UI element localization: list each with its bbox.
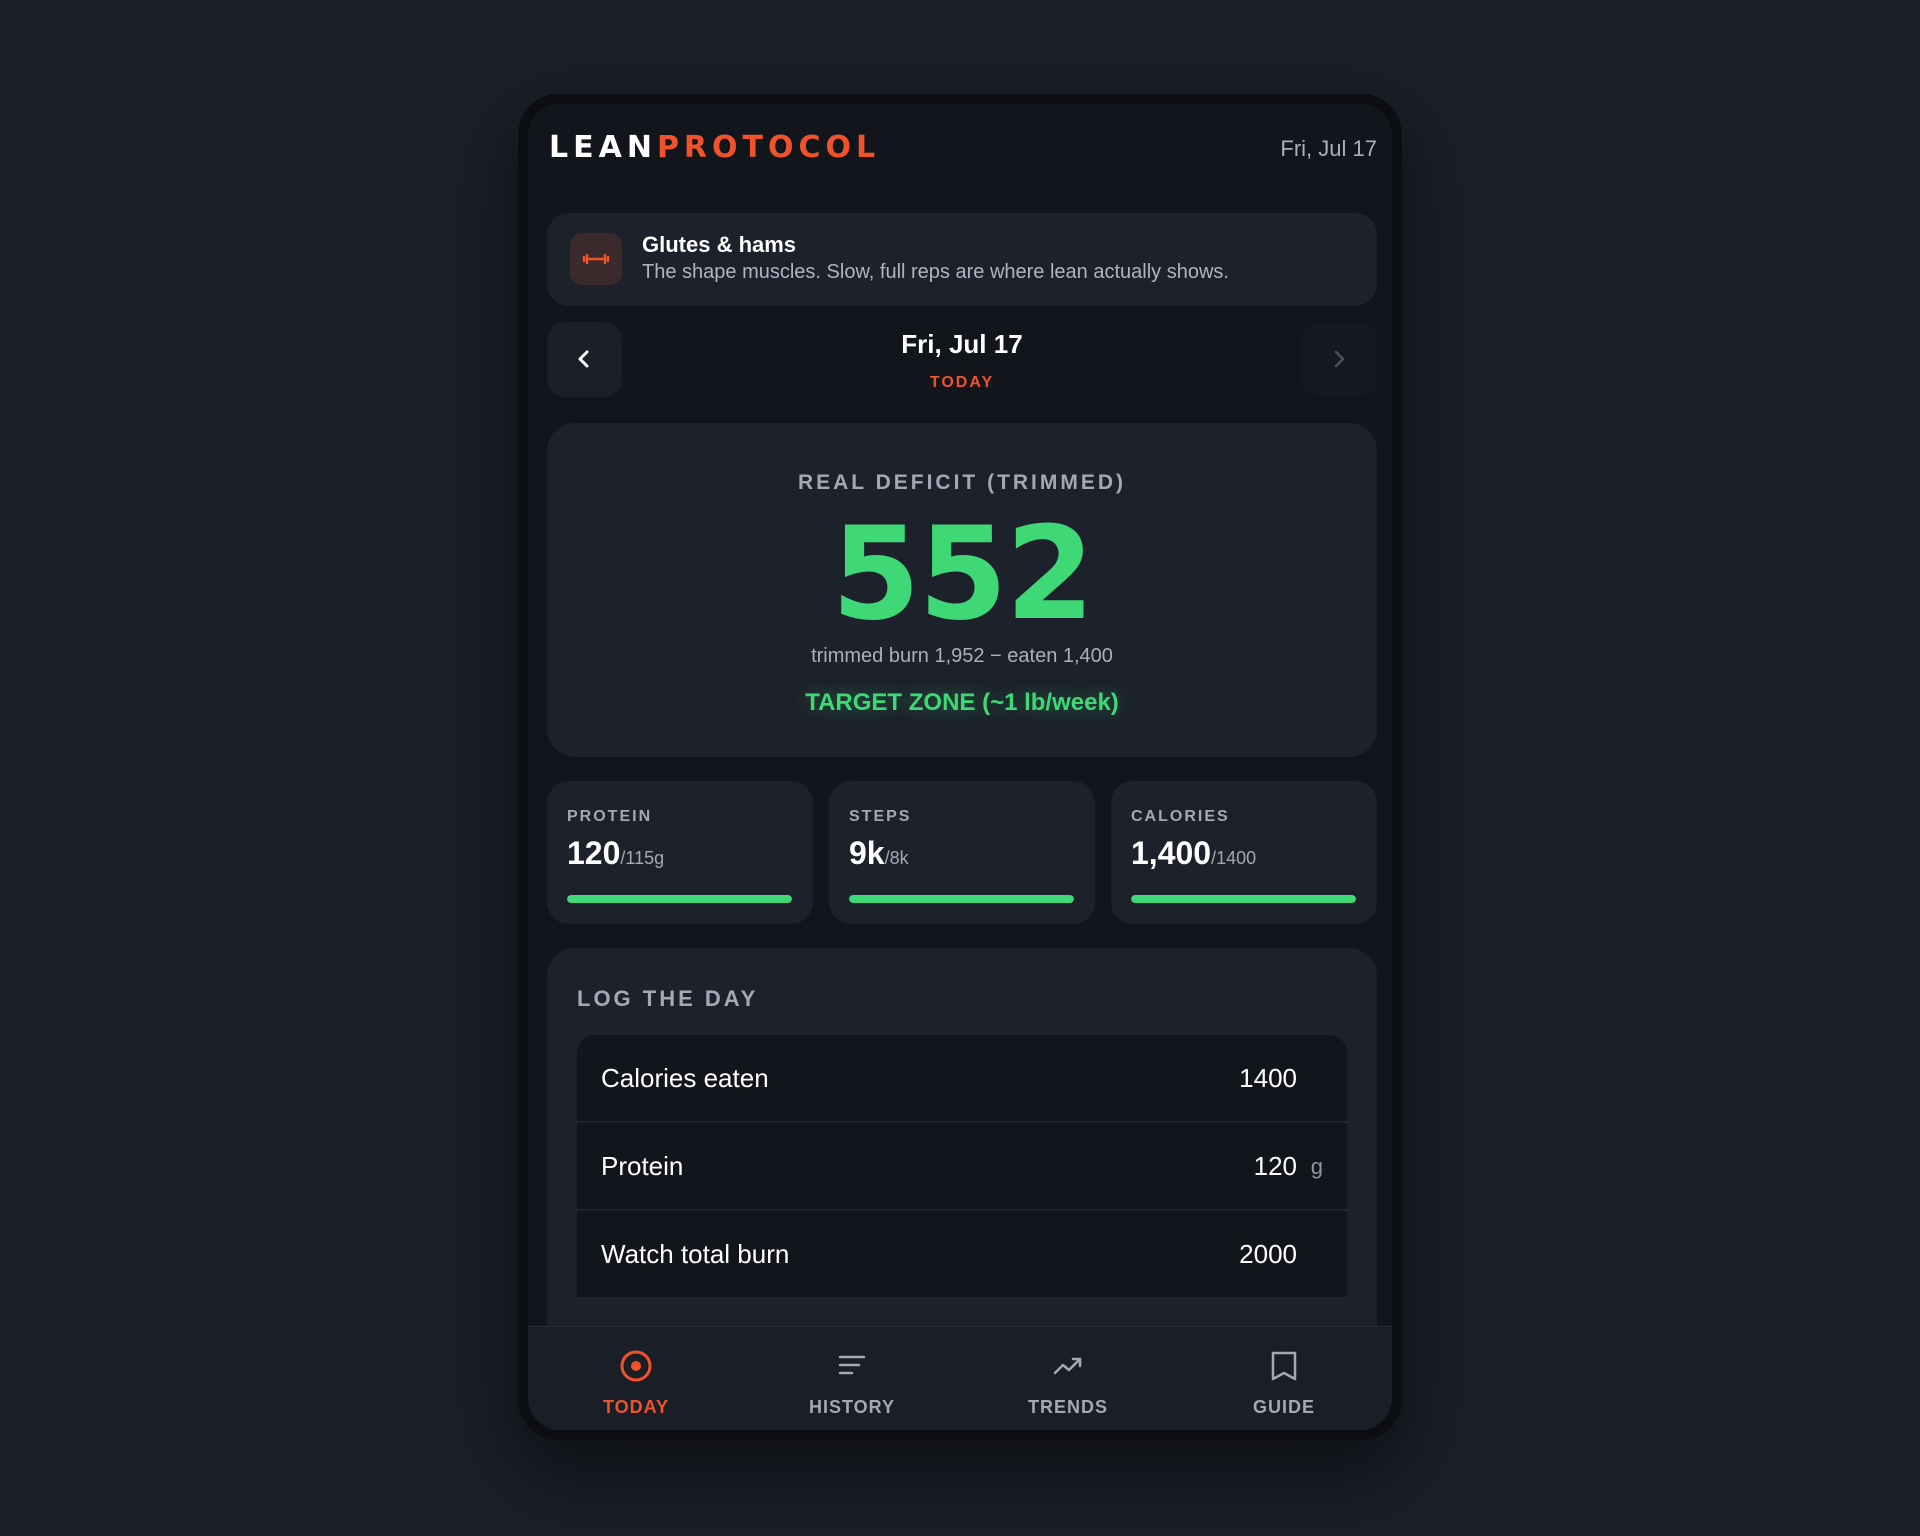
log-row-watch-total-burn[interactable]: Watch total burn 2000 [577,1211,1347,1299]
calories-eaten-input[interactable]: 1400 [1239,1063,1297,1094]
selected-date: Fri, Jul 17 [901,329,1023,359]
app-header: LEANPROTOCOL Fri, Jul 17 [528,104,1392,194]
log-form: Calories eaten 1400 Protein 120 g Watch … [577,1035,1347,1299]
chevron-right-icon [1334,350,1345,368]
log-title: LOG THE DAY [577,986,759,1011]
tab-label: TODAY [602,1397,670,1417]
tip-title: Glutes & hams [642,232,797,257]
deficit-value: 552 [831,500,1094,649]
tab-label: HISTORY [808,1397,895,1417]
stat-card-protein: PROTEIN 120/115g [547,781,813,924]
tip-card[interactable]: Glutes & hams The shape muscles. Slow, f… [547,213,1377,306]
logo-part-lean: LEAN [549,130,657,165]
app-screen: LEANPROTOCOL Fri, Jul 17 Glutes & hams T [528,104,1392,1430]
device-frame: LEANPROTOCOL Fri, Jul 17 Glutes & hams T [518,94,1402,1440]
tab-trends[interactable]: TRENDS [960,1327,1176,1430]
tab-guide[interactable]: GUIDE [1176,1327,1392,1430]
log-row-protein[interactable]: Protein 120 g [577,1123,1347,1211]
deficit-card: REAL DEFICIT (TRIMMED) 552 trimmed burn … [547,423,1377,757]
header-date: Fri, Jul 17 [1280,136,1377,161]
target-icon [620,1350,652,1382]
stat-label: PROTEIN [567,808,653,825]
date-navigator: Fri, Jul 17 TODAY [547,322,1377,398]
stat-value: 120/115g [567,835,664,872]
stat-current: 9k [849,835,885,871]
log-row-label: Calories eaten [601,1063,769,1093]
progress-bar [1131,895,1356,903]
stat-current: 120 [567,835,621,871]
log-row-label: Watch total burn [601,1239,790,1269]
progress-bar [567,895,792,903]
stat-label: STEPS [849,808,912,825]
deficit-zone-status: TARGET ZONE (~1 lb/week) [805,689,1119,716]
progress-fill [849,895,1074,903]
stat-card-steps: STEPS 9k/8k [829,781,1095,924]
bottom-tab-bar: TODAY HISTORY TRENDS GUIDE [528,1326,1392,1430]
tab-label: TRENDS [1027,1397,1108,1417]
tab-label: GUIDE [1252,1397,1315,1417]
tab-history[interactable]: HISTORY [744,1327,960,1430]
protein-unit: g [1310,1154,1323,1179]
stat-current: 1,400 [1131,835,1212,871]
deficit-label: REAL DEFICIT (TRIMMED) [797,471,1127,494]
logo-part-protocol: PROTOCOL [656,130,881,165]
watch-burn-input[interactable]: 2000 [1239,1239,1297,1270]
dumbbell-icon [570,233,622,285]
progress-bar [849,895,1074,903]
tab-today[interactable]: TODAY [528,1327,744,1430]
stat-value: 9k/8k [849,835,909,872]
stat-value: 1,400/1400 [1131,835,1256,872]
deficit-detail: trimmed burn 1,952 − eaten 1,400 [811,645,1113,667]
stat-card-calories: CALORIES 1,400/1400 [1111,781,1377,924]
app-logo: LEANPROTOCOL [549,130,880,165]
stat-goal: /1400 [1211,848,1257,868]
progress-fill [1131,895,1356,903]
log-row-calories-eaten[interactable]: Calories eaten 1400 [577,1035,1347,1123]
list-icon [838,1355,866,1375]
stat-label: CALORIES [1131,808,1230,825]
tip-body: The shape muscles. Slow, full reps are w… [642,261,1229,283]
progress-fill [567,895,792,903]
trend-up-icon [1053,1357,1082,1375]
log-row-label: Protein [601,1151,684,1181]
selected-date-relative: TODAY [929,374,995,391]
next-day-button[interactable] [1302,322,1377,397]
book-icon [1271,1351,1297,1381]
protein-input[interactable]: 120 [1254,1151,1297,1182]
stat-goal: /8k [884,848,909,868]
stat-goal: /115g [620,848,665,868]
